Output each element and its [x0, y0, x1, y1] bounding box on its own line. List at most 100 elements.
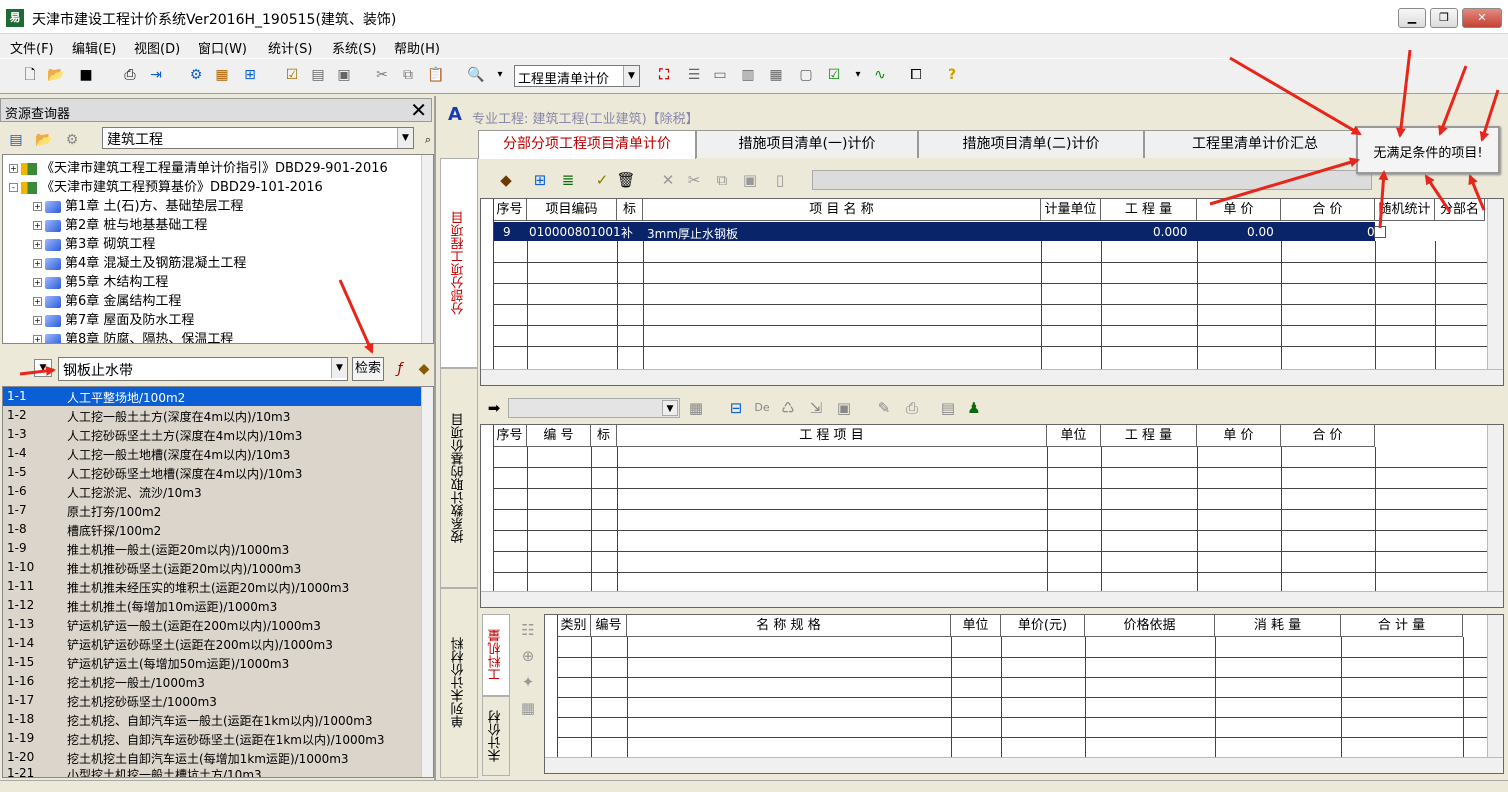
copy-icon[interactable]: ⧉ — [712, 170, 732, 190]
insert-icon[interactable]: ≣ — [558, 170, 578, 190]
restore-button[interactable]: ❐ — [1430, 8, 1458, 28]
new-icon[interactable]: 🗋 — [20, 65, 40, 85]
arrow-right-icon[interactable]: ➡ — [484, 398, 504, 418]
expand-icon[interactable]: + — [9, 164, 18, 173]
folder-icon[interactable]: 📂 — [34, 130, 54, 150]
list-item[interactable]: 1-7 原土打夯/100m2 — [3, 501, 423, 520]
vtab-unpriced-materials[interactable]: 单列未计价材料 — [440, 588, 478, 778]
list-item[interactable]: 1-8 槽底钎探/100m2 — [3, 520, 423, 539]
menu-edit[interactable]: 编辑(E) — [72, 38, 116, 57]
find-icon[interactable]: 🔍 — [466, 65, 486, 85]
grid2-hscrollbar[interactable] — [481, 591, 1503, 607]
list-item[interactable]: 1-9 推土机推一般土(运距20m以内)/1000m3 — [3, 539, 423, 558]
expand-icon[interactable]: + — [33, 278, 42, 287]
library-icon[interactable]: ▤ — [6, 130, 26, 150]
tab-itemized-pricing[interactable]: 分部分项工程项目清单计价 — [478, 130, 696, 159]
list-icon[interactable]: ☷ — [518, 620, 538, 640]
expand-icon[interactable]: + — [33, 297, 42, 306]
tree-node[interactable]: + 第7章 屋面及防水工程 — [33, 309, 194, 328]
grid1-vscrollbar[interactable] — [1487, 199, 1503, 369]
list-scrollbar[interactable] — [421, 387, 433, 777]
menu-system[interactable]: 系统(S) — [332, 38, 376, 57]
expand-icon[interactable]: + — [33, 335, 42, 343]
list-item[interactable]: 1-21 小型挖土机挖一般土槽坑土方/10m3 — [3, 764, 423, 777]
check-icon[interactable]: ✓ — [592, 170, 612, 190]
menu-help[interactable]: 帮助(H) — [394, 38, 440, 57]
import-icon[interactable]: ⇲ — [806, 398, 826, 418]
tree-scrollbar[interactable] — [421, 155, 433, 343]
frame-icon[interactable]: ▢ — [796, 65, 816, 85]
vtab-labor-material[interactable]: 工料机量 — [482, 614, 510, 696]
formula-bar[interactable] — [812, 170, 1372, 190]
tree-node[interactable]: + 第5章 木结构工程 — [33, 271, 168, 290]
expand-icon[interactable]: + — [33, 221, 42, 230]
list-item[interactable]: 1-3 人工挖砂砾坚土土方(深度在4m以内)/10m3 — [3, 425, 423, 444]
table-row[interactable]: 9 010000801001 补 3mm厚止水钢板 0.000 0.00 0 — [493, 222, 1375, 241]
random-stat-checkbox[interactable] — [1374, 226, 1386, 238]
paste-icon[interactable]: ▣ — [740, 170, 760, 190]
chart-dropdown-icon[interactable]: ▾ — [848, 65, 868, 85]
list-item[interactable]: 1-19 挖土机挖、自卸汽车运砂砾坚土(运距在1km以内)/1000m3 — [3, 729, 423, 748]
list-item[interactable]: 1-5 人工挖砂砾坚土地槽(深度在4m以内)/10m3 — [3, 463, 423, 482]
list-item[interactable]: 1-4 人工挖一般土地槽(深度在4m以内)/10m3 — [3, 444, 423, 463]
select-all-icon[interactable]: ⛶ — [654, 65, 674, 85]
expand-icon[interactable]: + — [33, 259, 42, 268]
user-icon[interactable]: ♟ — [964, 398, 984, 418]
grid3-vscrollbar[interactable] — [1487, 615, 1503, 757]
add-icon[interactable]: ⊕ — [518, 646, 538, 666]
save-icon[interactable]: ▣ — [834, 398, 854, 418]
menu-file[interactable]: 文件(F) — [10, 38, 54, 57]
list-item[interactable]: 1-17 挖土机挖砂砾坚土/1000m3 — [3, 691, 423, 710]
tree-node[interactable]: - 《天津市建筑工程预算基价》DBD29-101-2016 — [9, 176, 323, 195]
tree-node[interactable]: + 第6章 金属结构工程 — [33, 290, 181, 309]
curve-icon[interactable]: ∿ — [870, 65, 890, 85]
structure-icon[interactable]: ⊟ — [726, 398, 746, 418]
search-button[interactable]: 检索 — [352, 357, 384, 381]
delete-icon[interactable]: 🗑 — [616, 170, 636, 190]
page-icon[interactable]: ▯ — [770, 170, 790, 190]
window-icon[interactable]: ▭ — [710, 65, 730, 85]
paste-icon[interactable]: 📋 — [426, 65, 446, 85]
print-icon[interactable]: ⎙ — [902, 398, 922, 418]
vtab-unpriced[interactable]: 未计价材 — [482, 696, 510, 776]
recycle-icon[interactable]: ♺ — [778, 398, 798, 418]
search-mode-icon[interactable]: ▼ — [34, 359, 52, 377]
tree-node[interactable]: + 第2章 桩与地基基础工程 — [33, 214, 207, 233]
tools-icon[interactable]: ✎ — [874, 398, 894, 418]
cut-icon[interactable]: ✂ — [684, 170, 704, 190]
check-icon[interactable]: ☑ — [282, 65, 302, 85]
view-mode-select[interactable]: 工程里清单计价 ▼ — [514, 65, 640, 87]
list-item[interactable]: 1-18 挖土机挖、自卸汽车运一般土(运距在1km以内)/1000m3 — [3, 710, 423, 729]
menu-view[interactable]: 视图(D) — [134, 38, 180, 57]
tree-node[interactable]: + 第3章 砌筑工程 — [33, 233, 155, 252]
export-icon[interactable]: ▣ — [334, 65, 354, 85]
list-icon[interactable]: ☰ — [684, 65, 704, 85]
copy-icon[interactable]: ⧉ — [398, 65, 418, 85]
tree-icon[interactable]: ⊞ — [240, 65, 260, 85]
tree-node[interactable]: + 第4章 混凝土及钢筋混凝土工程 — [33, 252, 246, 271]
close-icon[interactable]: ✕ — [658, 170, 678, 190]
book-icon[interactable]: ◆ — [414, 359, 434, 379]
define-icon[interactable]: De — [752, 398, 772, 418]
list-item[interactable]: 1-11 推土机推未经压实的堆积土(运距20m以内)/1000m3 — [3, 577, 423, 596]
exit-icon[interactable]: ⇥ — [146, 65, 166, 85]
expand-icon[interactable]: + — [33, 202, 42, 211]
list-item[interactable]: 1-2 人工挖一般土土方(深度在4m以内)/10m3 — [3, 406, 423, 425]
open-icon[interactable]: 📂 — [46, 65, 66, 85]
grid-icon[interactable]: ▦ — [686, 398, 706, 418]
layout-icon[interactable]: ▥ — [738, 65, 758, 85]
list-item[interactable]: 1-16 挖土机挖一般土/1000m3 — [3, 672, 423, 691]
grid1-hscrollbar[interactable] — [481, 369, 1503, 385]
book-icon[interactable]: ◆ — [496, 170, 516, 190]
list-item[interactable]: 1-1 人工平整场地/100m2 — [3, 387, 423, 406]
message-popup[interactable]: 无满足条件的项目! — [1356, 126, 1500, 174]
tools-icon[interactable]: ✦ — [518, 672, 538, 692]
list-item[interactable]: 1-12 推土机推土(每增加10m运距)/1000m3 — [3, 596, 423, 615]
list-item[interactable]: 1-13 铲运机铲运一般土(运距在200m以内)/1000m3 — [3, 615, 423, 634]
help-icon[interactable]: ? — [942, 65, 962, 85]
minimize-button[interactable]: ▁ — [1398, 8, 1426, 28]
grid2-vscrollbar[interactable] — [1487, 425, 1503, 591]
menu-window[interactable]: 窗口(W) — [198, 38, 247, 57]
save-icon[interactable]: ■ — [76, 65, 96, 85]
formula-icon[interactable]: ƒ — [390, 359, 410, 379]
